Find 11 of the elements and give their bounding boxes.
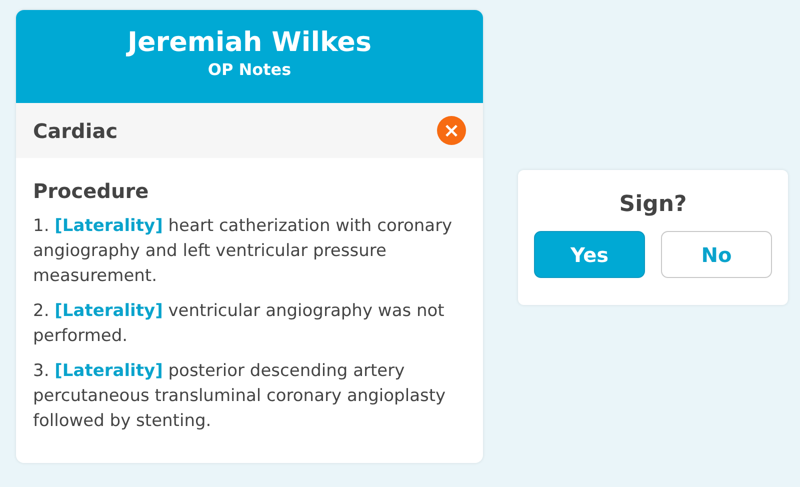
patient-name: Jeremiah Wilkes xyxy=(127,27,372,58)
card-subtitle: OP Notes xyxy=(208,59,292,82)
procedure-step: 1. [Laterality] heart catherization with coronary angiography and left ventricular pressure measurement. xyxy=(33,214,466,289)
answer-button[interactable]: Yes xyxy=(534,231,645,278)
procedure-step: 2. [Laterality] ventricular angiography was not performed. xyxy=(33,299,466,349)
answer-button[interactable]: No xyxy=(661,231,772,278)
section-title: Cardiac xyxy=(33,118,118,144)
procedure-step: 3. [Laterality] posterior descending artery percutaneous transluminal coronary angioplasty followed by stenting. xyxy=(33,359,466,434)
close-button[interactable]: × xyxy=(437,116,466,145)
procedure-heading: Procedure xyxy=(33,178,149,205)
dialog-question: Sign? xyxy=(619,191,687,219)
